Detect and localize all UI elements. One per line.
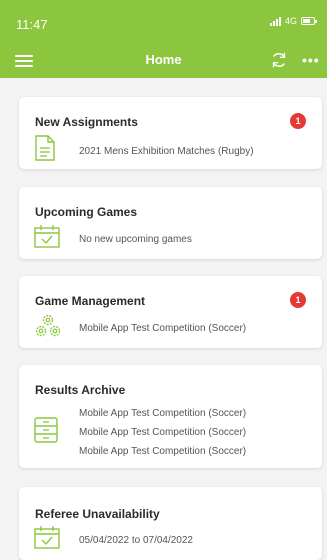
refresh-icon[interactable] (270, 51, 288, 69)
card-results-archive[interactable]: Results Archive Mobile App Test Competit… (19, 365, 322, 468)
card-upcoming-games[interactable]: Upcoming Games No new upcoming games (19, 187, 322, 259)
network-type: 4G (284, 16, 297, 26)
status-bar: 11:47 4G (0, 0, 327, 42)
app-bar: Home ••• (0, 42, 327, 78)
status-time: 11:47 (16, 17, 48, 32)
status-indicators: 4G (269, 16, 317, 26)
archive-icon (34, 417, 58, 443)
notification-badge: 1 (290, 113, 306, 129)
more-options-icon[interactable]: ••• (302, 52, 320, 68)
list-item[interactable]: Mobile App Test Competition (Soccer) (79, 427, 246, 438)
card-title: Game Management (35, 294, 146, 308)
card-title: New Assignments (35, 115, 138, 129)
signal-icon (269, 16, 281, 26)
card-referee-unavailability[interactable]: Referee Unavailability 05/04/2022 to 07/… (19, 487, 322, 560)
battery-icon (301, 17, 317, 25)
card-title: Referee Unavailability (35, 507, 160, 521)
list-item[interactable]: Mobile App Test Competition (Soccer) (79, 446, 246, 457)
gears-icon (35, 314, 61, 337)
document-icon (35, 135, 55, 161)
notification-badge: 1 (290, 292, 306, 308)
card-title: Upcoming Games (35, 205, 138, 219)
card-new-assignments[interactable]: New Assignments 1 2021 Mens Exhibition M… (19, 97, 322, 169)
list-item[interactable]: Mobile App Test Competition (Soccer) (79, 408, 246, 419)
card-game-management[interactable]: Game Management 1 Mobile App Test Compet… (19, 276, 322, 348)
calendar-check-icon (34, 225, 60, 248)
list-item[interactable]: 2021 Mens Exhibition Matches (Rugby) (79, 146, 254, 157)
calendar-check-icon (34, 526, 60, 549)
list-item[interactable]: 05/04/2022 to 07/04/2022 (79, 535, 193, 546)
card-title: Results Archive (35, 383, 126, 397)
list-item[interactable]: No new upcoming games (79, 234, 192, 245)
list-item[interactable]: Mobile App Test Competition (Soccer) (79, 323, 246, 334)
